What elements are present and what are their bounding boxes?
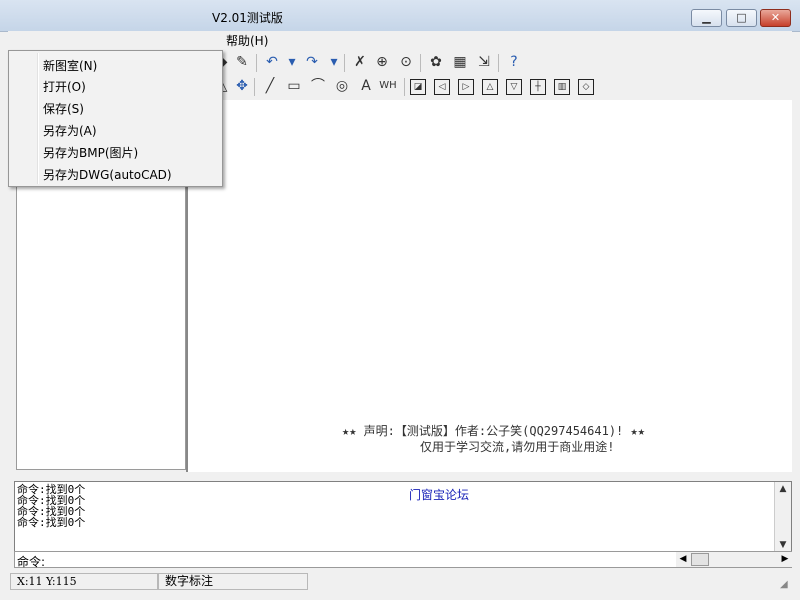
menu-item-save-as[interactable]: 另存为(A) xyxy=(43,122,97,139)
resize-grip-icon[interactable]: ◢ xyxy=(780,580,790,590)
app-window: V2.01测试版 ▁ □ ✕ 帮助(H) ◆✎↶▾↷▾✗⊕⊙✿▦⇲? △✥╱▭⌒… xyxy=(0,0,800,600)
menu-item-save-bmp[interactable]: 另存为BMP(图片) xyxy=(43,144,138,161)
output-line: 命令:找到0个 xyxy=(17,516,86,529)
window-up-icon[interactable]: △ xyxy=(482,79,498,95)
scroll-down-icon[interactable]: ▼ xyxy=(775,538,791,552)
toolbar-separator xyxy=(256,54,257,72)
status-bar: X:11 Y:115 数字标注 ◢ xyxy=(8,571,792,592)
maximize-icon: □ xyxy=(736,11,747,24)
output-console[interactable]: 命令:找到0个 命令:找到0个 命令:找到0个 命令:找到0个 门窗宝论坛 ▲ … xyxy=(14,481,792,553)
close-icon: ✕ xyxy=(770,11,781,24)
file-menu-dropdown: 新图室(N) 打开(O) 保存(S) 另存为(A) 另存为BMP(图片) 另存为… xyxy=(8,50,223,187)
command-bar[interactable]: 命令: ◀ ▶ xyxy=(14,551,792,569)
menu-icon-gutter xyxy=(37,53,39,184)
toolbar-separator xyxy=(404,78,405,96)
notice-line-2: 仅用于学习交流,请勿用于商业用途! xyxy=(420,440,615,454)
window-left-icon[interactable]: ◁ xyxy=(434,79,450,95)
menu-item-save-dwg[interactable]: 另存为DWG(autoCAD) xyxy=(43,166,172,183)
toolbar-separator xyxy=(420,54,421,72)
status-mode: 数字标注 xyxy=(158,573,308,590)
toolbar-separator xyxy=(344,54,345,72)
menu-bar: 帮助(H) xyxy=(8,31,792,48)
redo-dropdown-icon[interactable]: ▾ xyxy=(324,52,344,72)
line-tool-icon[interactable]: ╱ xyxy=(260,76,280,96)
toolbar-separator xyxy=(498,54,499,72)
help-icon[interactable]: ? xyxy=(504,52,524,72)
zoom-in-icon[interactable]: ⊕ xyxy=(372,52,392,72)
drawing-canvas[interactable]: ★★ 声明:【测试版】作者:公子笑(QQ297454641)! ★★ 仅用于学习… xyxy=(186,100,792,472)
move-icon[interactable]: ✥ xyxy=(232,76,252,96)
palette-icon[interactable]: ✿ xyxy=(426,52,446,72)
scroll-right-icon[interactable]: ▶ xyxy=(778,552,792,567)
undo-dropdown-icon[interactable]: ▾ xyxy=(282,52,302,72)
window-right-icon[interactable]: ▷ xyxy=(458,79,474,95)
grid-view-icon[interactable]: ▦ xyxy=(450,52,470,72)
scroll-up-icon[interactable]: ▲ xyxy=(775,482,791,496)
rectangle-tool-icon[interactable]: ▭ xyxy=(284,76,304,96)
menu-item-new[interactable]: 新图室(N) xyxy=(43,57,97,74)
status-coordinates: X:11 Y:115 xyxy=(10,573,158,590)
menu-help[interactable]: 帮助(H) xyxy=(226,32,268,49)
window-down-icon[interactable]: ▽ xyxy=(506,79,522,95)
close-button[interactable]: ✕ xyxy=(760,9,791,27)
window-title: V2.01测试版 xyxy=(212,11,283,25)
output-scrollbar[interactable]: ▲ ▼ xyxy=(774,482,791,552)
export-icon[interactable]: ⇲ xyxy=(474,52,494,72)
minimize-button[interactable]: ▁ xyxy=(691,9,722,27)
redo-icon[interactable]: ↷ xyxy=(302,52,322,72)
menu-item-open[interactable]: 打开(O) xyxy=(43,78,86,95)
scroll-left-icon[interactable]: ◀ xyxy=(676,552,690,567)
toolbar-separator xyxy=(254,78,255,96)
title-bar: V2.01测试版 ▁ □ ✕ xyxy=(0,0,800,32)
minimize-icon: ▁ xyxy=(702,11,711,24)
forum-link[interactable]: 门窗宝论坛 xyxy=(409,486,469,503)
window-pane-icon[interactable]: ◪ xyxy=(410,79,426,95)
scroll-thumb[interactable] xyxy=(691,553,709,566)
window-diamond-icon[interactable]: ◇ xyxy=(578,79,594,95)
circle-tool-icon[interactable]: ◎ xyxy=(332,76,352,96)
window-cross-icon[interactable]: ┼ xyxy=(530,79,546,95)
dimension-tool-icon[interactable]: WH xyxy=(376,76,400,96)
eraser-icon[interactable]: ✗ xyxy=(350,52,370,72)
menu-item-save[interactable]: 保存(S) xyxy=(43,100,84,117)
notice-line-1: ★★ 声明:【测试版】作者:公子笑(QQ297454641)! ★★ xyxy=(342,424,645,438)
command-prompt: 命令: xyxy=(17,555,46,569)
zoom-fit-icon[interactable]: ⊙ xyxy=(396,52,416,72)
arc-tool-icon[interactable]: ⌒ xyxy=(308,76,328,96)
window-bars-icon[interactable]: ▥ xyxy=(554,79,570,95)
undo-icon[interactable]: ↶ xyxy=(262,52,282,72)
command-scrollbar[interactable]: ◀ ▶ xyxy=(676,552,792,567)
text-tool-icon[interactable]: A xyxy=(356,76,376,96)
brush-icon[interactable]: ✎ xyxy=(232,52,252,72)
maximize-button[interactable]: □ xyxy=(726,9,757,27)
